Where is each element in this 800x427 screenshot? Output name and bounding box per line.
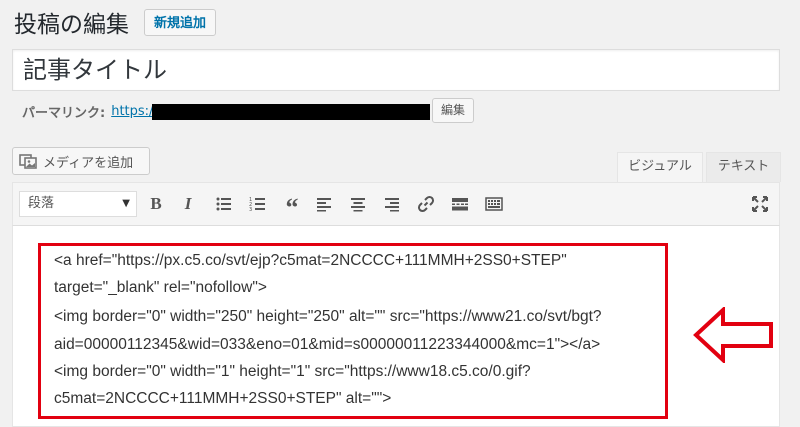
editor-toolbar: 段落 ▼ B I 1 2 3 “	[12, 182, 780, 226]
numbered-list-button[interactable]: 1 2 3	[246, 192, 270, 216]
align-left-icon	[317, 198, 331, 212]
fullscreen-icon	[752, 196, 768, 212]
media-icon	[19, 154, 37, 169]
read-more-button[interactable]	[448, 192, 472, 216]
editor-line: aid=00000112345&wid=033&eno=01&mid=s0000…	[54, 336, 601, 353]
numbered-list-icon: 1 2 3	[249, 197, 265, 213]
permalink-url[interactable]: https://	[111, 104, 158, 119]
svg-text:3: 3	[249, 207, 252, 213]
left-arrow-icon	[693, 307, 773, 363]
add-media-button[interactable]: メディアを追加	[12, 147, 150, 175]
toolbar-toggle-button[interactable]	[482, 192, 506, 216]
redacted-url-bar	[152, 104, 430, 120]
bold-button[interactable]: B	[144, 192, 168, 216]
align-left-button[interactable]	[312, 192, 336, 216]
align-right-icon	[385, 198, 399, 212]
align-right-button[interactable]	[380, 192, 404, 216]
toolbar-toggle-icon	[485, 197, 503, 211]
format-select-value: 段落	[28, 196, 55, 211]
insert-link-button[interactable]	[414, 192, 438, 216]
editor-line: <img border="0" width="1" height="1" src…	[54, 363, 531, 380]
italic-icon: I	[184, 194, 192, 213]
editor-line: target="_blank" rel="nofollow">	[54, 279, 267, 296]
link-icon	[417, 195, 435, 213]
read-more-icon	[452, 198, 468, 211]
blockquote-icon: “	[285, 193, 299, 222]
permalink-label: パーマリンク:	[22, 106, 106, 121]
blockquote-button[interactable]: “	[280, 192, 304, 222]
italic-button[interactable]: I	[176, 192, 200, 216]
bullet-list-icon	[216, 197, 231, 211]
permalink-row: パーマリンク: https://	[22, 102, 158, 121]
bullet-list-button[interactable]	[212, 192, 236, 216]
editor-line: <a href="https://px.c5.co/svt/ejp?c5mat=…	[54, 252, 567, 269]
editor-line: <img border="0" width="250" height="250"…	[54, 308, 602, 325]
align-center-button[interactable]	[346, 192, 370, 216]
bold-icon: B	[150, 194, 162, 213]
post-title-input[interactable]: 記事タイトル	[12, 49, 780, 91]
permalink-edit-button[interactable]: 編集	[432, 98, 475, 123]
format-select[interactable]: 段落 ▼	[19, 191, 137, 217]
align-center-icon	[351, 198, 365, 212]
tab-visual[interactable]: ビジュアル	[617, 152, 703, 182]
tab-text[interactable]: テキスト	[706, 152, 781, 182]
editor-line: c5mat=2NCCCC+111MMH+2SS0+STEP" alt="">	[54, 390, 392, 407]
fullscreen-button[interactable]	[748, 192, 772, 216]
page-title: 投稿の編集	[14, 12, 129, 38]
add-media-label: メディアを追加	[43, 154, 134, 170]
chevron-down-icon: ▼	[122, 198, 130, 209]
add-new-button[interactable]: 新規追加	[144, 9, 217, 36]
